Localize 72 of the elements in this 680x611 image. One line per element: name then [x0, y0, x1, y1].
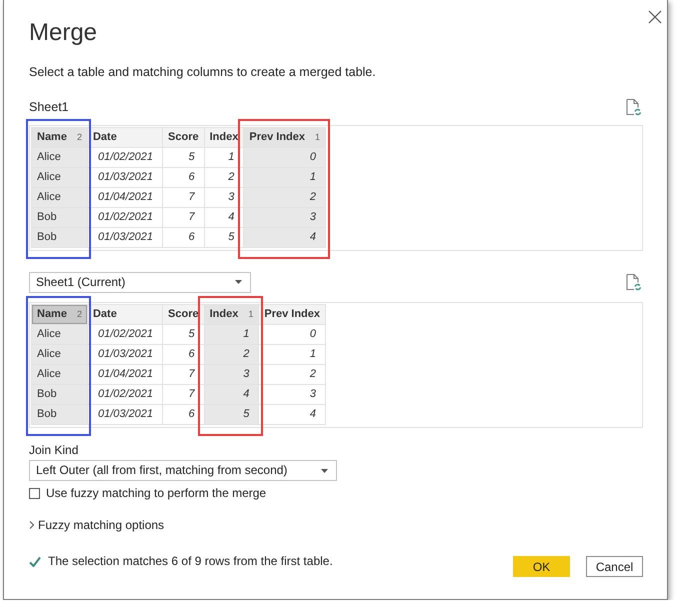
key-order-number: 2: [76, 309, 82, 320]
column-header[interactable]: Prev Index 1: [244, 128, 326, 148]
table-cell: Alice: [32, 168, 88, 188]
status-message: The selection matches 6 of 9 rows from the first table.: [48, 553, 333, 570]
table-cell: 01/02/2021: [87, 384, 163, 404]
caret-icon: [235, 280, 242, 284]
table-cell: 01/04/2021: [87, 364, 163, 384]
checkbox[interactable]: [29, 488, 40, 498]
table-cell: Alice: [32, 324, 88, 344]
table-cell: 01/03/2021: [87, 228, 163, 248]
table-cell: 2: [258, 364, 326, 384]
key-order-number: 1: [315, 132, 320, 142]
dialog-description: Select a table and matching columns to create a merged table.: [29, 64, 377, 81]
check-icon: [29, 556, 41, 566]
table-cell: 0: [244, 148, 326, 168]
ok-button[interactable]: OK: [513, 556, 570, 577]
column-header[interactable]: Date: [87, 304, 163, 324]
table-cell: 5: [162, 148, 204, 168]
table-cell: Alice: [32, 344, 88, 364]
table-cell: Alice: [32, 188, 88, 208]
checkbox-label[interactable]: Use fuzzy matching to perform the merge: [46, 485, 266, 501]
table-dropdown[interactable]: Sheet1 (Current): [29, 272, 251, 292]
table-cell: 2: [204, 344, 259, 364]
refresh-icon[interactable]: [626, 274, 642, 290]
table-cell: 3: [244, 208, 326, 228]
table-cell: 1: [258, 344, 326, 364]
key-order-number: 2: [76, 132, 82, 142]
table-cell: Alice: [32, 148, 88, 168]
column-header[interactable]: Index 1: [204, 304, 259, 324]
column-header[interactable]: Prev Index: [258, 304, 326, 324]
column-header[interactable]: Date: [87, 128, 163, 148]
table-cell: Alice: [32, 364, 88, 384]
table-cell: 01/03/2021: [87, 344, 163, 364]
table-cell: 01/02/2021: [87, 148, 163, 168]
dialog-title: Merge: [29, 18, 98, 48]
table-cell: 6: [162, 228, 204, 248]
cancel-button[interactable]: Cancel: [586, 556, 643, 577]
table-cell: 6: [162, 168, 204, 188]
column-header[interactable]: Name 2: [32, 304, 88, 324]
column-header[interactable]: Score: [162, 128, 204, 148]
table-label: Sheet1: [29, 99, 69, 116]
table-cell: 01/03/2021: [87, 168, 163, 188]
table-cell: 01/02/2021: [87, 324, 163, 344]
fuzzy-options-toggle[interactable]: Fuzzy matching options: [29, 517, 164, 533]
column-header[interactable]: Score: [162, 304, 204, 324]
table-cell: 4: [244, 228, 326, 248]
table-cell: Bob: [32, 228, 88, 248]
table-cell: 01/02/2021: [87, 208, 163, 228]
table-cell: 3: [258, 384, 326, 404]
table-cell: Bob: [32, 404, 88, 424]
table-cell: 7: [162, 208, 204, 228]
table-cell: 7: [162, 188, 204, 208]
column-header[interactable]: Index: [204, 128, 244, 148]
table-cell: 2: [244, 188, 326, 208]
table-cell: Bob: [32, 208, 88, 228]
refresh-icon[interactable]: [626, 98, 642, 116]
caret-icon: [321, 468, 328, 472]
close-icon: [647, 8, 663, 25]
table-cell: 5: [204, 404, 259, 424]
column-header[interactable]: Name 2: [32, 128, 88, 148]
table-cell: 01/03/2021: [87, 404, 163, 424]
table-cell: 1: [244, 168, 326, 188]
table-cell: 1: [204, 324, 259, 344]
table-cell: 01/04/2021: [87, 188, 163, 208]
key-order-number: 1: [248, 309, 254, 320]
table-cell: Bob: [32, 384, 88, 404]
table-cell: 4: [258, 404, 326, 424]
table-cell: 0: [258, 324, 326, 344]
field-label: Join Kind: [29, 442, 80, 458]
join-kind-dropdown[interactable]: Left Outer (all from first, matching from second): [29, 460, 337, 481]
table-cell: 3: [204, 364, 259, 384]
table-cell: 4: [204, 384, 259, 404]
